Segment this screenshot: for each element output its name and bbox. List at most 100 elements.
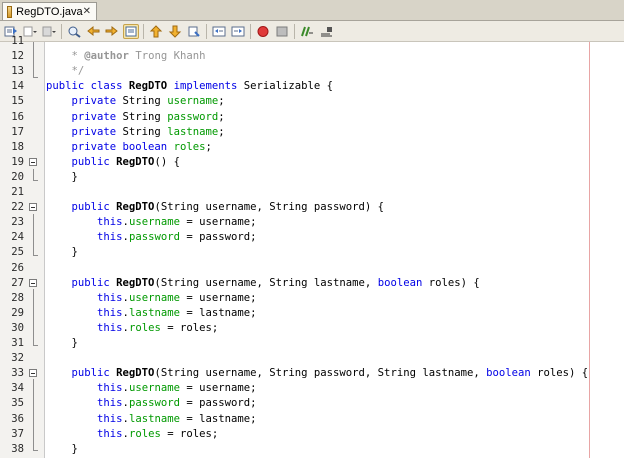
code-token: Serializable {	[243, 80, 334, 93]
line-number: 31	[11, 337, 24, 349]
code-token: () {	[154, 155, 180, 168]
code-line[interactable]: 35 this.password = password;	[0, 396, 624, 411]
fold-line	[33, 379, 34, 450]
code-text: }	[46, 170, 78, 185]
code-token: username	[128, 216, 180, 229]
code-token: Trong Khanh	[128, 50, 206, 63]
code-token: password	[128, 231, 180, 244]
java-file-icon	[7, 5, 13, 18]
code-editor[interactable]: 11 12 * @author Trong Khanh 13 */14 public …	[0, 35, 624, 458]
code-line[interactable]: 29 this.lastname = lastname;	[0, 306, 624, 321]
line-number: 17	[11, 125, 24, 138]
line-number: 12	[11, 50, 24, 63]
line-number: 36	[11, 412, 24, 425]
code-text: public RegDTO(String username, String pa…	[46, 200, 385, 215]
code-line[interactable]: 11	[0, 34, 624, 49]
code-token: ;	[218, 95, 225, 108]
fold-end	[33, 450, 38, 451]
code-line[interactable]: 38 }	[0, 442, 624, 457]
code-token: }	[46, 246, 78, 259]
code-token: lastname	[167, 125, 219, 138]
code-line[interactable]: 21	[0, 185, 624, 200]
code-text: }	[46, 442, 78, 457]
line-number: 27	[11, 276, 24, 289]
code-line[interactable]: 23 this.username = username;	[0, 215, 624, 230]
code-line[interactable]: 19 public RegDTO() {	[0, 155, 624, 170]
close-tab-icon[interactable]: ✕	[83, 6, 91, 17]
code-line[interactable]: 14 public class RegDTO implements Seriali…	[0, 79, 624, 94]
code-token: lastname	[128, 306, 180, 319]
line-number: 14	[11, 80, 24, 93]
code-token: public	[46, 155, 117, 168]
code-text: this.username = username;	[46, 215, 257, 230]
code-token: private	[46, 95, 123, 108]
code-text: private boolean roles;	[46, 140, 212, 155]
fold-toggle-icon[interactable]	[29, 203, 37, 212]
code-text: * @author Trong Khanh	[46, 49, 206, 64]
code-line[interactable]: 31 }	[0, 336, 624, 351]
code-line[interactable]: 34 this.username = username;	[0, 381, 624, 396]
code-text: public RegDTO(String username, String la…	[46, 276, 480, 291]
line-number: 11	[11, 35, 24, 47]
code-token: public class	[46, 80, 129, 93]
code-token: this	[46, 216, 123, 229]
code-line[interactable]: 17 private String lastname;	[0, 125, 624, 140]
code-line[interactable]: 20 }	[0, 170, 624, 185]
code-token: private boolean	[46, 140, 174, 153]
fold-end	[33, 77, 38, 78]
line-number: 24	[11, 231, 24, 244]
code-text: this.password = password;	[46, 396, 257, 411]
editor-tab-bar: RegDTO.java ✕	[0, 0, 624, 21]
code-token: RegDTO	[116, 367, 155, 380]
code-line[interactable]: 32	[0, 351, 624, 366]
code-text: public RegDTO(String username, String pa…	[46, 366, 589, 381]
line-number: 28	[11, 291, 24, 304]
code-token: ;	[205, 140, 212, 153]
code-line[interactable]: 15 private String username;	[0, 94, 624, 109]
code-line[interactable]: 25 }	[0, 245, 624, 260]
line-number: 26	[11, 261, 24, 274]
code-line[interactable]: 13 */	[0, 64, 624, 79]
line-number: 21	[11, 186, 24, 198]
code-line[interactable]: 18 private boolean roles;	[0, 140, 624, 155]
code-token: = roles;	[160, 321, 219, 334]
fold-toggle-icon[interactable]	[29, 369, 37, 378]
code-token: public	[46, 201, 117, 214]
code-line[interactable]: 30 this.roles = roles;	[0, 321, 624, 336]
line-number: 22	[11, 201, 24, 214]
code-token: public	[46, 367, 117, 380]
code-line[interactable]: 22 public RegDTO(String username, String…	[0, 200, 624, 215]
fold-end	[33, 180, 38, 181]
code-token: this	[46, 321, 123, 334]
code-token: this	[46, 382, 123, 395]
fold-line	[33, 214, 34, 255]
fold-end	[33, 345, 38, 346]
code-line[interactable]: 27 public RegDTO(String username, String…	[0, 276, 624, 291]
code-text: private String password;	[46, 110, 225, 125]
code-token: String	[122, 125, 168, 138]
code-token: implements	[167, 80, 244, 93]
tab-regdto-java[interactable]: RegDTO.java ✕	[2, 2, 97, 20]
line-number: 23	[11, 216, 24, 229]
code-token: username	[128, 291, 180, 304]
code-token: (String username, String lastname,	[154, 276, 378, 289]
code-text: this.roles = roles;	[46, 427, 218, 442]
code-text: this.lastname = lastname;	[46, 306, 257, 321]
fold-toggle-icon[interactable]	[29, 157, 37, 166]
line-number: 20	[11, 170, 24, 183]
code-token: roles) {	[530, 367, 589, 380]
code-line[interactable]: 28 this.username = username;	[0, 291, 624, 306]
code-line[interactable]: 36 this.lastname = lastname;	[0, 412, 624, 427]
code-line[interactable]: 24 this.password = password;	[0, 230, 624, 245]
code-line[interactable]: 12 * @author Trong Khanh	[0, 49, 624, 64]
fold-toggle-icon[interactable]	[29, 278, 37, 287]
code-text: this.password = password;	[46, 230, 257, 245]
code-line[interactable]: 16 private String password;	[0, 110, 624, 125]
code-line[interactable]: 37 this.roles = roles;	[0, 427, 624, 442]
code-token: boolean	[377, 276, 423, 289]
code-line[interactable]: 33 public RegDTO(String username, String…	[0, 366, 624, 381]
line-number: 29	[11, 306, 24, 319]
code-token: this	[46, 306, 123, 319]
code-line[interactable]: 26	[0, 261, 624, 276]
code-token: RegDTO	[116, 276, 155, 289]
